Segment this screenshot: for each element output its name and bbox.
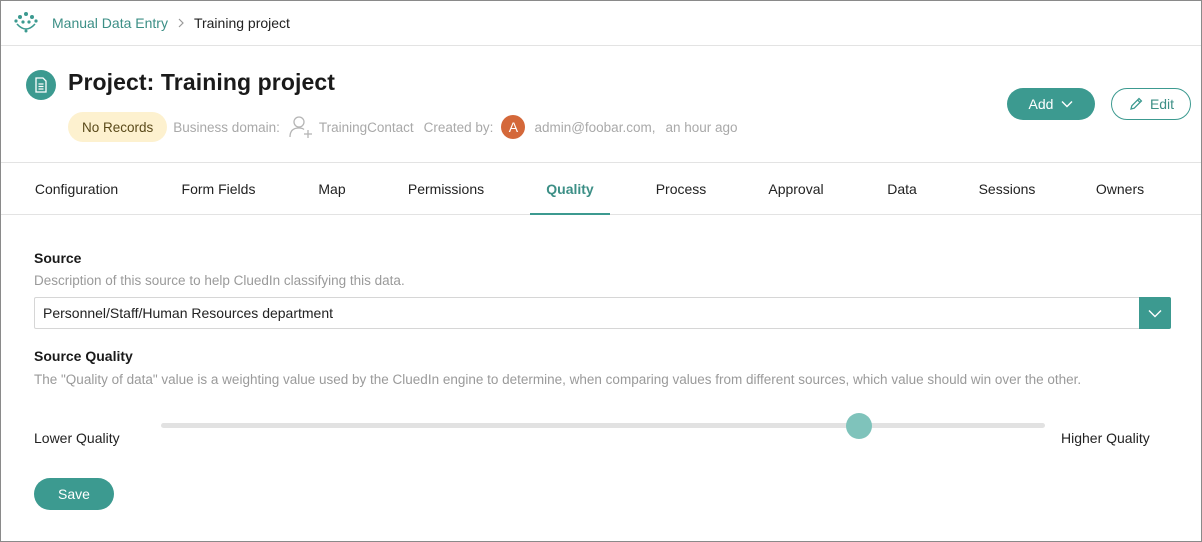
person-add-icon [289, 116, 312, 138]
app-window: Manual Data Entry Training project Proje… [0, 0, 1202, 542]
tab-form-fields[interactable]: Form Fields [166, 163, 271, 215]
page-title: Project: Training project [68, 69, 336, 95]
add-button-label: Add [1028, 96, 1054, 112]
source-description: Description of this source to help Clued… [34, 273, 405, 288]
breadcrumb: Manual Data Entry Training project [1, 1, 1201, 46]
source-quality-description: The "Quality of data" value is a weighti… [34, 372, 1082, 387]
business-domain-label: Business domain: [173, 119, 280, 135]
source-select-toggle[interactable] [1139, 297, 1171, 329]
tab-map[interactable]: Map [303, 163, 361, 215]
chevron-down-icon [1061, 101, 1073, 108]
tab-process[interactable]: Process [644, 163, 718, 215]
source-quality-title: Source Quality [34, 348, 133, 364]
quality-slider-track[interactable] [161, 423, 1045, 428]
breadcrumb-parent-link[interactable]: Manual Data Entry [52, 15, 168, 31]
created-time: an hour ago [665, 119, 738, 135]
tab-owners[interactable]: Owners [1085, 163, 1155, 215]
tab-data[interactable]: Data [874, 163, 930, 215]
page-header: Project: Training project No Records Bus… [1, 46, 1201, 163]
edit-button-label: Edit [1149, 96, 1175, 112]
pencil-icon [1130, 97, 1143, 110]
quality-slider-thumb[interactable] [846, 413, 873, 439]
tab-bar: Configuration Form Fields Map Permission… [1, 163, 1201, 215]
tab-sessions[interactable]: Sessions [967, 163, 1047, 215]
source-select[interactable]: Personnel/Staff/Human Resources departme… [34, 297, 1171, 329]
avatar: A [501, 115, 526, 139]
tab-approval[interactable]: Approval [754, 163, 838, 215]
save-button[interactable]: Save [34, 478, 114, 510]
tab-quality[interactable]: Quality [530, 163, 610, 215]
tab-permissions[interactable]: Permissions [396, 163, 496, 215]
status-badge: No Records [68, 112, 168, 142]
higher-quality-label: Higher Quality [1061, 430, 1150, 446]
breadcrumb-current: Training project [193, 15, 290, 31]
add-button[interactable]: Add [1007, 88, 1095, 120]
cluedin-logo-icon[interactable] [13, 10, 39, 36]
project-meta: No Records Business domain: TrainingCont… [68, 112, 738, 142]
created-by-label: Created by: [423, 119, 494, 135]
created-by-email: admin@foobar.com, [534, 119, 656, 135]
chevron-down-icon [1148, 309, 1162, 317]
lower-quality-label: Lower Quality [34, 430, 120, 446]
source-select-value: Personnel/Staff/Human Resources departme… [43, 305, 334, 321]
chevron-right-icon [178, 18, 184, 28]
source-title: Source [34, 250, 82, 266]
edit-button[interactable]: Edit [1111, 88, 1191, 120]
tab-configuration[interactable]: Configuration [19, 163, 134, 215]
document-icon [26, 70, 56, 100]
business-domain-value[interactable]: TrainingContact [319, 120, 414, 135]
